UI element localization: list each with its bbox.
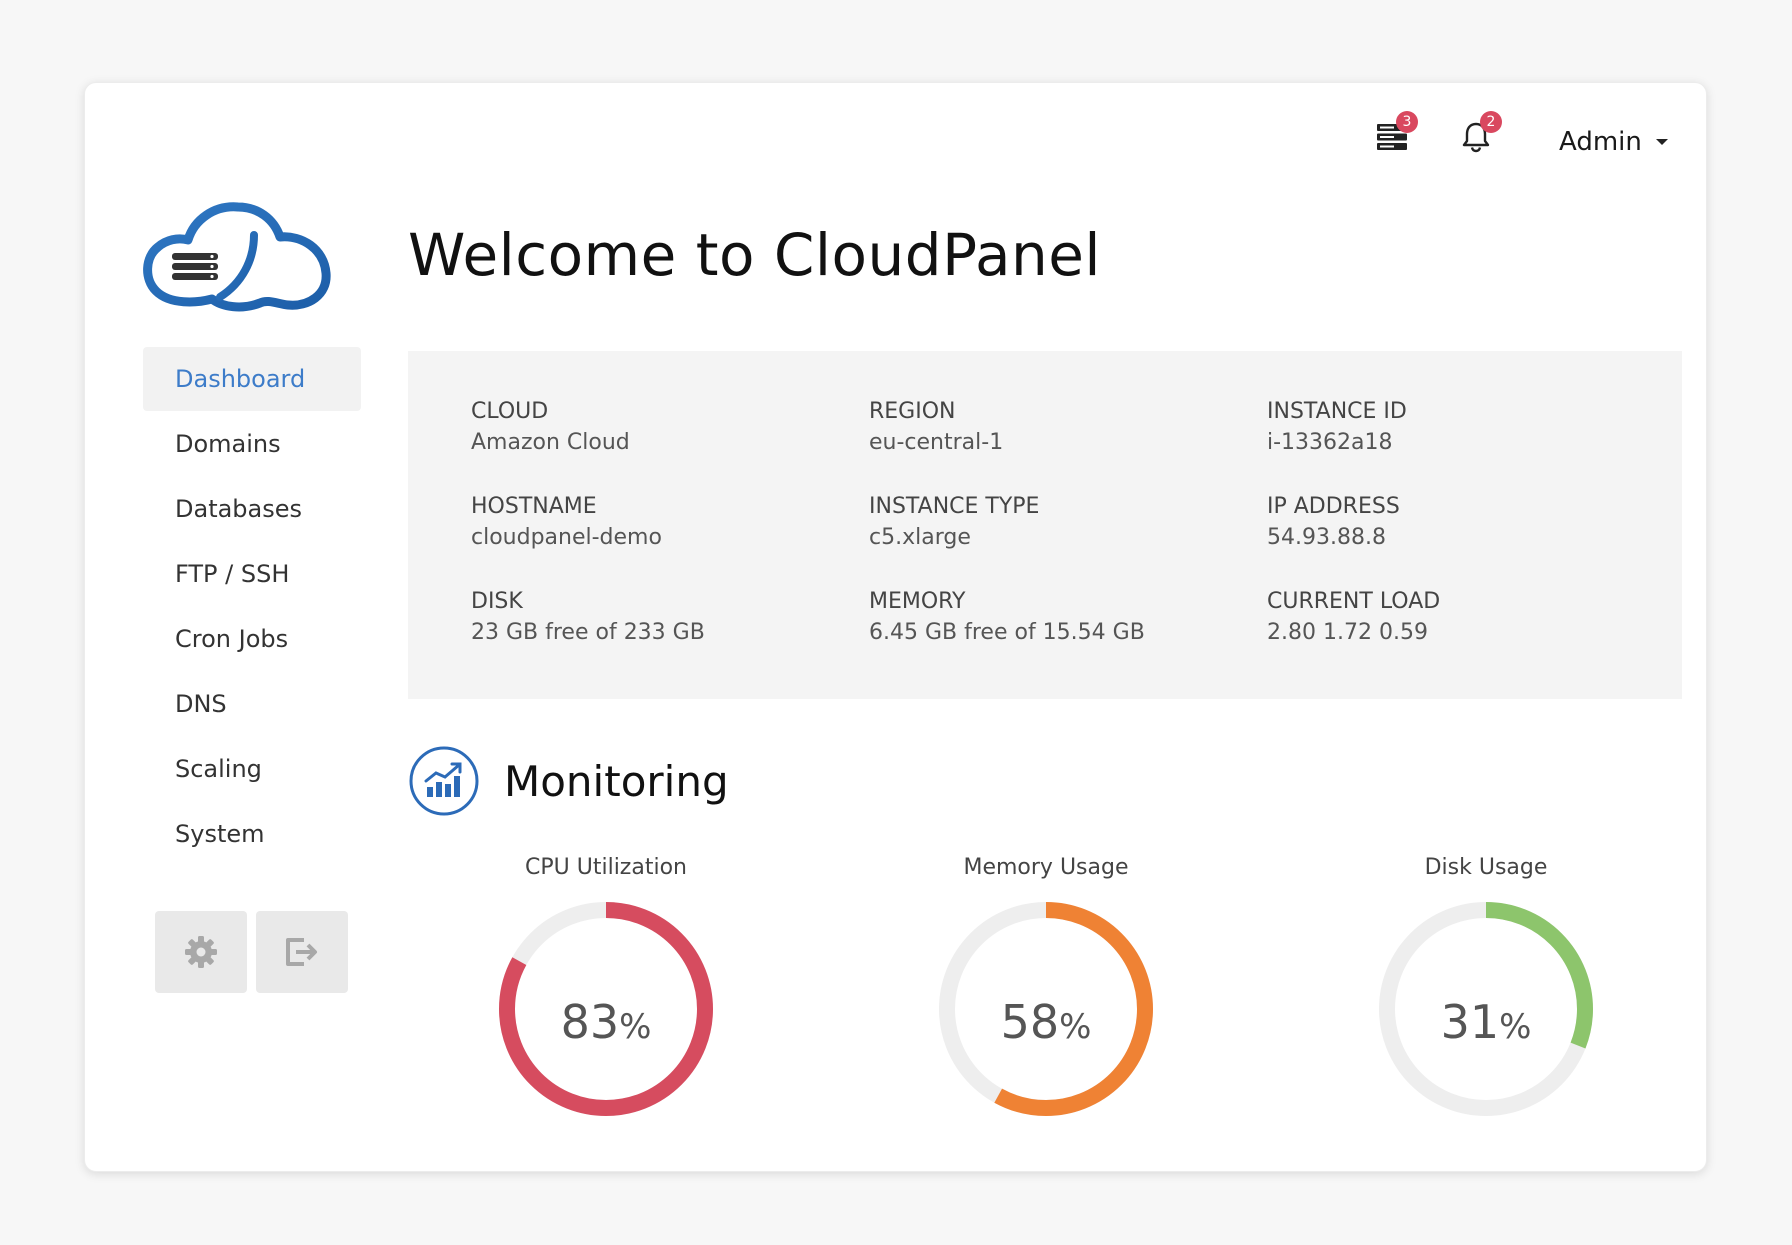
sidebar-item-system[interactable]: System [143,802,361,866]
gauge-unit: % [1499,1007,1532,1047]
monitoring-title: Monitoring [504,756,729,806]
gauge-number: 83 [560,995,620,1049]
info-label: REGION [869,399,956,424]
notifications-badge: 2 [1480,111,1502,133]
servers-badge: 3 [1396,111,1418,133]
info-ip-address: IP ADDRESS 54.93.88.8 [1267,492,1665,587]
gauge-label: CPU Utilization [525,855,687,880]
chevron-down-icon [1655,139,1668,145]
info-label: DISK [471,589,523,614]
gauge-label: Memory Usage [963,855,1129,880]
sidebar-item-dashboard[interactable]: Dashboard [143,347,361,411]
logout-icon [286,938,317,966]
info-label: HOSTNAME [471,494,597,519]
app-window: 3 2 Admin Dashboard Domains Databases FT… [84,82,1707,1172]
info-value: Amazon Cloud [471,430,630,455]
gauge-number: 58 [1000,995,1060,1049]
info-memory: MEMORY 6.45 GB free of 15.54 GB [869,587,1267,682]
gauge-value: 83% [486,995,726,1049]
chart-growth-icon [409,746,479,816]
gauge-number: 31 [1440,995,1500,1049]
info-value: c5.xlarge [869,525,971,550]
sidebar-item-domains[interactable]: Domains [143,412,361,476]
info-cloud: CLOUD Amazon Cloud [471,397,869,492]
servers-button[interactable]: 3 [1372,111,1418,157]
gauge-memory: Memory Usage 58% [926,853,1166,1119]
user-menu-label: Admin [1559,127,1642,157]
info-value: cloudpanel-demo [471,525,662,550]
info-value: 2.80 1.72 0.59 [1267,620,1428,645]
gauge-disk: Disk Usage 31% [1366,853,1606,1119]
info-label: IP ADDRESS [1267,494,1400,519]
info-instance-id: INSTANCE ID i-13362a18 [1267,397,1665,492]
info-label: MEMORY [869,589,966,614]
info-hostname: HOSTNAME cloudpanel-demo [471,492,869,587]
gauge-unit: % [619,1007,652,1047]
info-value: i-13362a18 [1267,430,1393,455]
sidebar-item-databases[interactable]: Databases [143,477,361,541]
sidebar-nav: Dashboard Domains Databases FTP / SSH Cr… [143,347,361,867]
user-menu[interactable]: Admin [1559,121,1668,163]
sidebar-item-cron-jobs[interactable]: Cron Jobs [143,607,361,671]
info-region: REGION eu-central-1 [869,397,1267,492]
gauge-value: 58% [926,995,1166,1049]
gauge-unit: % [1059,1007,1092,1047]
gauge-cpu: CPU Utilization 83% [486,853,726,1119]
gauge-label: Disk Usage [1424,855,1548,880]
info-label: CURRENT LOAD [1267,589,1441,614]
sidebar-item-dns[interactable]: DNS [143,672,361,736]
sidebar-item-ftp-ssh[interactable]: FTP / SSH [143,542,361,606]
monitoring-header: Monitoring [408,745,729,817]
logout-button[interactable] [256,911,348,993]
info-value: eu-central-1 [869,430,1004,455]
info-value: 6.45 GB free of 15.54 GB [869,620,1145,645]
info-label: INSTANCE ID [1267,399,1407,424]
cloudpanel-logo [143,202,331,312]
info-label: CLOUD [471,399,549,424]
info-value: 23 GB free of 233 GB [471,620,705,645]
info-disk: DISK 23 GB free of 233 GB [471,587,869,682]
info-current-load: CURRENT LOAD 2.80 1.72 0.59 [1267,587,1665,682]
instance-info-panel: CLOUD Amazon Cloud REGION eu-central-1 I… [408,351,1682,699]
gear-icon [185,936,217,968]
info-value: 54.93.88.8 [1267,525,1386,550]
info-label: INSTANCE TYPE [869,494,1040,519]
gauge-value: 31% [1366,995,1606,1049]
notifications-button[interactable]: 2 [1456,111,1502,157]
sidebar-item-scaling[interactable]: Scaling [143,737,361,801]
page-title: Welcome to CloudPanel [408,221,1102,289]
settings-button[interactable] [155,911,247,993]
info-instance-type: INSTANCE TYPE c5.xlarge [869,492,1267,587]
